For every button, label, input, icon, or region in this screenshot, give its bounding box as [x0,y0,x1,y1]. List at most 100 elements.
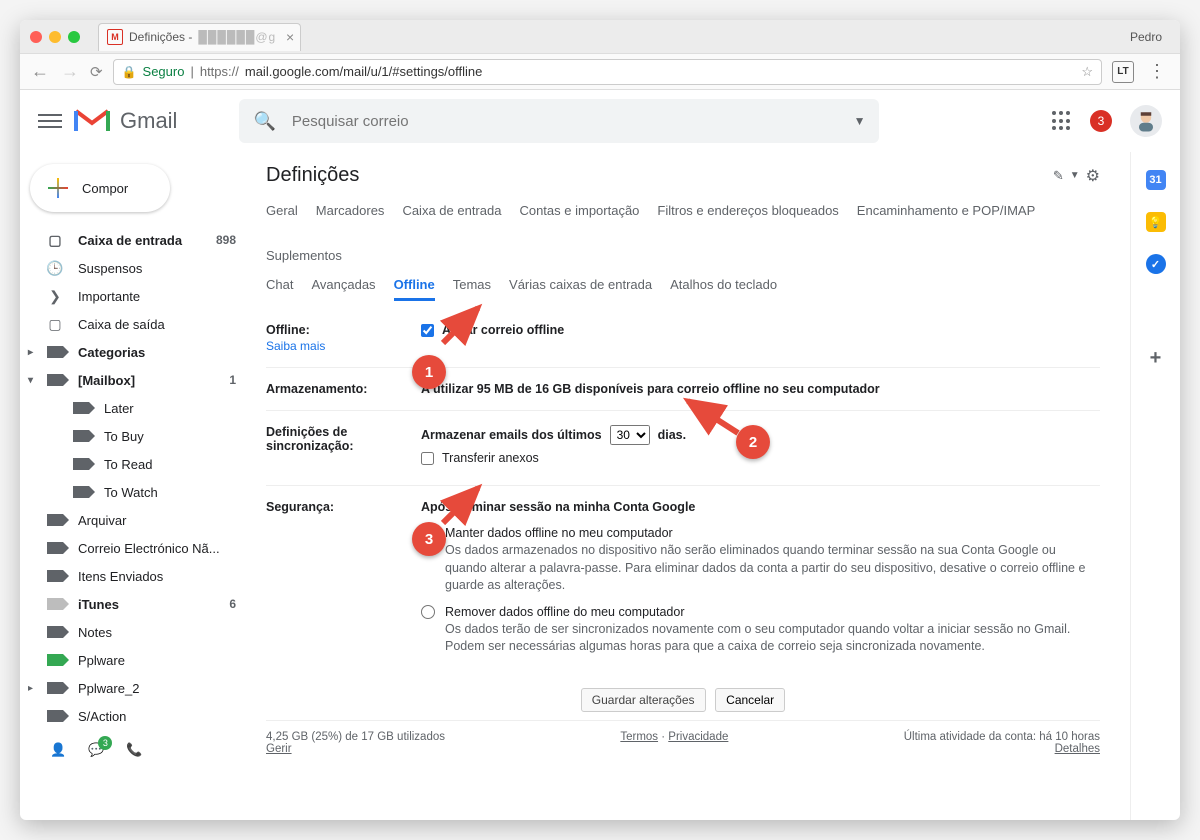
minimize-window-button[interactable] [49,31,61,43]
section-security: Segurança: Após terminar sessão na minha… [266,486,1100,680]
sidebar-item-itunes[interactable]: iTunes6 [20,590,252,618]
add-addon-button[interactable]: + [1146,348,1166,368]
square-icon: ▢ [46,316,64,333]
gear-icon[interactable]: ⚙ [1086,166,1100,186]
label-icon [46,626,64,638]
keep-addon-icon[interactable]: 💡 [1146,212,1166,232]
settings-tabs-row2: Chat Avançadas Offline Temas Várias caixas d… [266,271,1100,301]
browser-profile-name[interactable]: Pedro [1130,30,1170,44]
privacy-link[interactable]: Privacidade [668,731,728,743]
sidebar-item-s-action[interactable]: S/Action [20,702,252,730]
keep-data-radio[interactable] [421,526,435,540]
terms-link[interactable]: Termos [620,731,658,743]
sidebar-item--mailbox-[interactable]: ▾[Mailbox]1 [20,366,252,394]
hangouts-icon[interactable]: 💬 [88,742,104,758]
enable-offline-checkbox[interactable] [421,324,434,337]
edit-icon[interactable]: ✎ [1053,168,1064,184]
tab-title: Definições - [129,30,192,44]
bookmark-star-icon[interactable]: ☆ [1081,64,1093,80]
google-apps-button[interactable] [1052,111,1072,131]
tab-atalhos-do-teclado[interactable]: Atalhos do teclado [670,271,777,301]
sync-label: Definições de sincronização: [266,425,354,453]
sidebar-item-arquivar[interactable]: Arquivar [20,506,252,534]
phone-icon[interactable]: 📞 [126,742,142,758]
cancel-button[interactable]: Cancelar [715,688,785,712]
label-icon [46,654,64,666]
main-menu-button[interactable] [38,109,62,133]
close-tab-icon[interactable]: × [286,29,294,45]
storage-usage: 4,25 GB (25%) de 17 GB utilizados [266,731,445,743]
sidebar-item-caixa-de-sa-da[interactable]: ▢Caixa de saída [20,310,252,338]
sidebar-item-to-watch[interactable]: To Watch [20,478,252,506]
tab-suplementos[interactable]: Suplementos [266,242,342,269]
forward-button[interactable]: → [60,61,80,82]
reload-button[interactable]: ⟳ [90,63,103,81]
clock-icon: 🕒 [46,260,64,277]
sidebar-item-label: To Buy [104,429,144,444]
search-input[interactable] [292,113,854,130]
sidebar-item-categorias[interactable]: ▸Categorias [20,338,252,366]
tasks-addon-icon[interactable]: ✓ [1146,254,1166,274]
tab-chat[interactable]: Chat [266,271,293,301]
address-bar[interactable]: 🔒 Seguro | https://mail.google.com/mail/… [113,59,1102,85]
sidebar-item-caixa-de-entrada[interactable]: ▢Caixa de entrada898 [20,226,252,254]
search-icon: 🔍 [253,111,275,132]
tab-marcadores[interactable]: Marcadores [316,197,385,224]
expand-icon[interactable]: ▸ [28,347,33,358]
browser-toolbar: ← → ⟳ 🔒 Seguro | https://mail.google.com… [20,54,1180,90]
close-window-button[interactable] [30,31,42,43]
dropdown-caret-icon[interactable]: ▼ [1070,170,1080,181]
tab-temas[interactable]: Temas [453,271,491,301]
compose-label: Compor [82,181,128,196]
maximize-window-button[interactable] [68,31,80,43]
browser-menu-button[interactable]: ⋮ [1144,61,1170,82]
sync-days-select[interactable]: 30 [610,425,650,445]
page-title: Definições [266,164,359,187]
tab-offline[interactable]: Offline [394,271,435,301]
notifications-badge[interactable]: 3 [1090,110,1112,132]
sidebar-item-importante[interactable]: ❯Importante [20,282,252,310]
tab-caixa-de-entrada[interactable]: Caixa de entrada [402,197,501,224]
sidebar-item-notes[interactable]: Notes [20,618,252,646]
search-box[interactable]: 🔍 ▼ [239,99,879,143]
account-avatar[interactable] [1130,105,1162,137]
remove-data-radio[interactable] [421,605,435,619]
learn-more-link[interactable]: Saiba mais [266,339,421,353]
sidebar-item-pplware-2[interactable]: ▸Pplware_2 [20,674,252,702]
sidebar-item-count: 6 [229,597,236,611]
browser-tab[interactable]: M Definições - ██████@g × [98,23,301,51]
expand-icon[interactable]: ▾ [28,375,33,386]
extension-button[interactable]: LT [1112,61,1134,83]
download-attachments-checkbox[interactable] [421,452,434,465]
sidebar-item-itens-enviados[interactable]: Itens Enviados [20,562,252,590]
tab-v-rias-caixas-de-entrada[interactable]: Várias caixas de entrada [509,271,652,301]
label-icon [72,486,90,498]
sidebar-item-suspensos[interactable]: 🕒 Suspensos [20,254,252,282]
chev-icon: ❯ [46,288,64,305]
sync-text-before: Armazenar emails dos últimos [421,428,602,442]
tab-encaminhamento-e-pop-imap[interactable]: Encaminhamento e POP/IMAP [857,197,1035,224]
sidebar-item-to-read[interactable]: To Read [20,450,252,478]
sidebar-item-label: Pplware [78,653,125,668]
sidebar-item-pplware[interactable]: Pplware [20,646,252,674]
tab-avan-adas[interactable]: Avançadas [311,271,375,301]
contacts-icon[interactable]: 👤 [50,742,66,758]
calendar-addon-icon[interactable]: 31 [1146,170,1166,190]
traffic-lights [30,31,80,43]
back-button[interactable]: ← [30,61,50,82]
compose-button[interactable]: Compor [30,164,170,212]
sidebar-item-label: Suspensos [78,261,142,276]
sidebar-item-later[interactable]: Later [20,394,252,422]
tab-contas-e-importa-o[interactable]: Contas e importação [519,197,639,224]
tab-geral[interactable]: Geral [266,197,298,224]
save-button[interactable]: Guardar alterações [581,688,706,712]
sidebar-item-to-buy[interactable]: To Buy [20,422,252,450]
settings-footer: 4,25 GB (25%) de 17 GB utilizados Gerir … [266,721,1100,765]
expand-icon[interactable]: ▸ [28,683,33,694]
url-scheme: https:// [200,64,239,79]
search-options-button[interactable]: ▼ [854,114,866,128]
sidebar-item-correio-electr-nico-n-[interactable]: Correio Electrónico Nã... [20,534,252,562]
manage-storage-link[interactable]: Gerir [266,743,292,755]
details-link[interactable]: Detalhes [1055,743,1100,755]
tab-filtros-e-endere-os-bloqueados[interactable]: Filtros e endereços bloqueados [657,197,838,224]
